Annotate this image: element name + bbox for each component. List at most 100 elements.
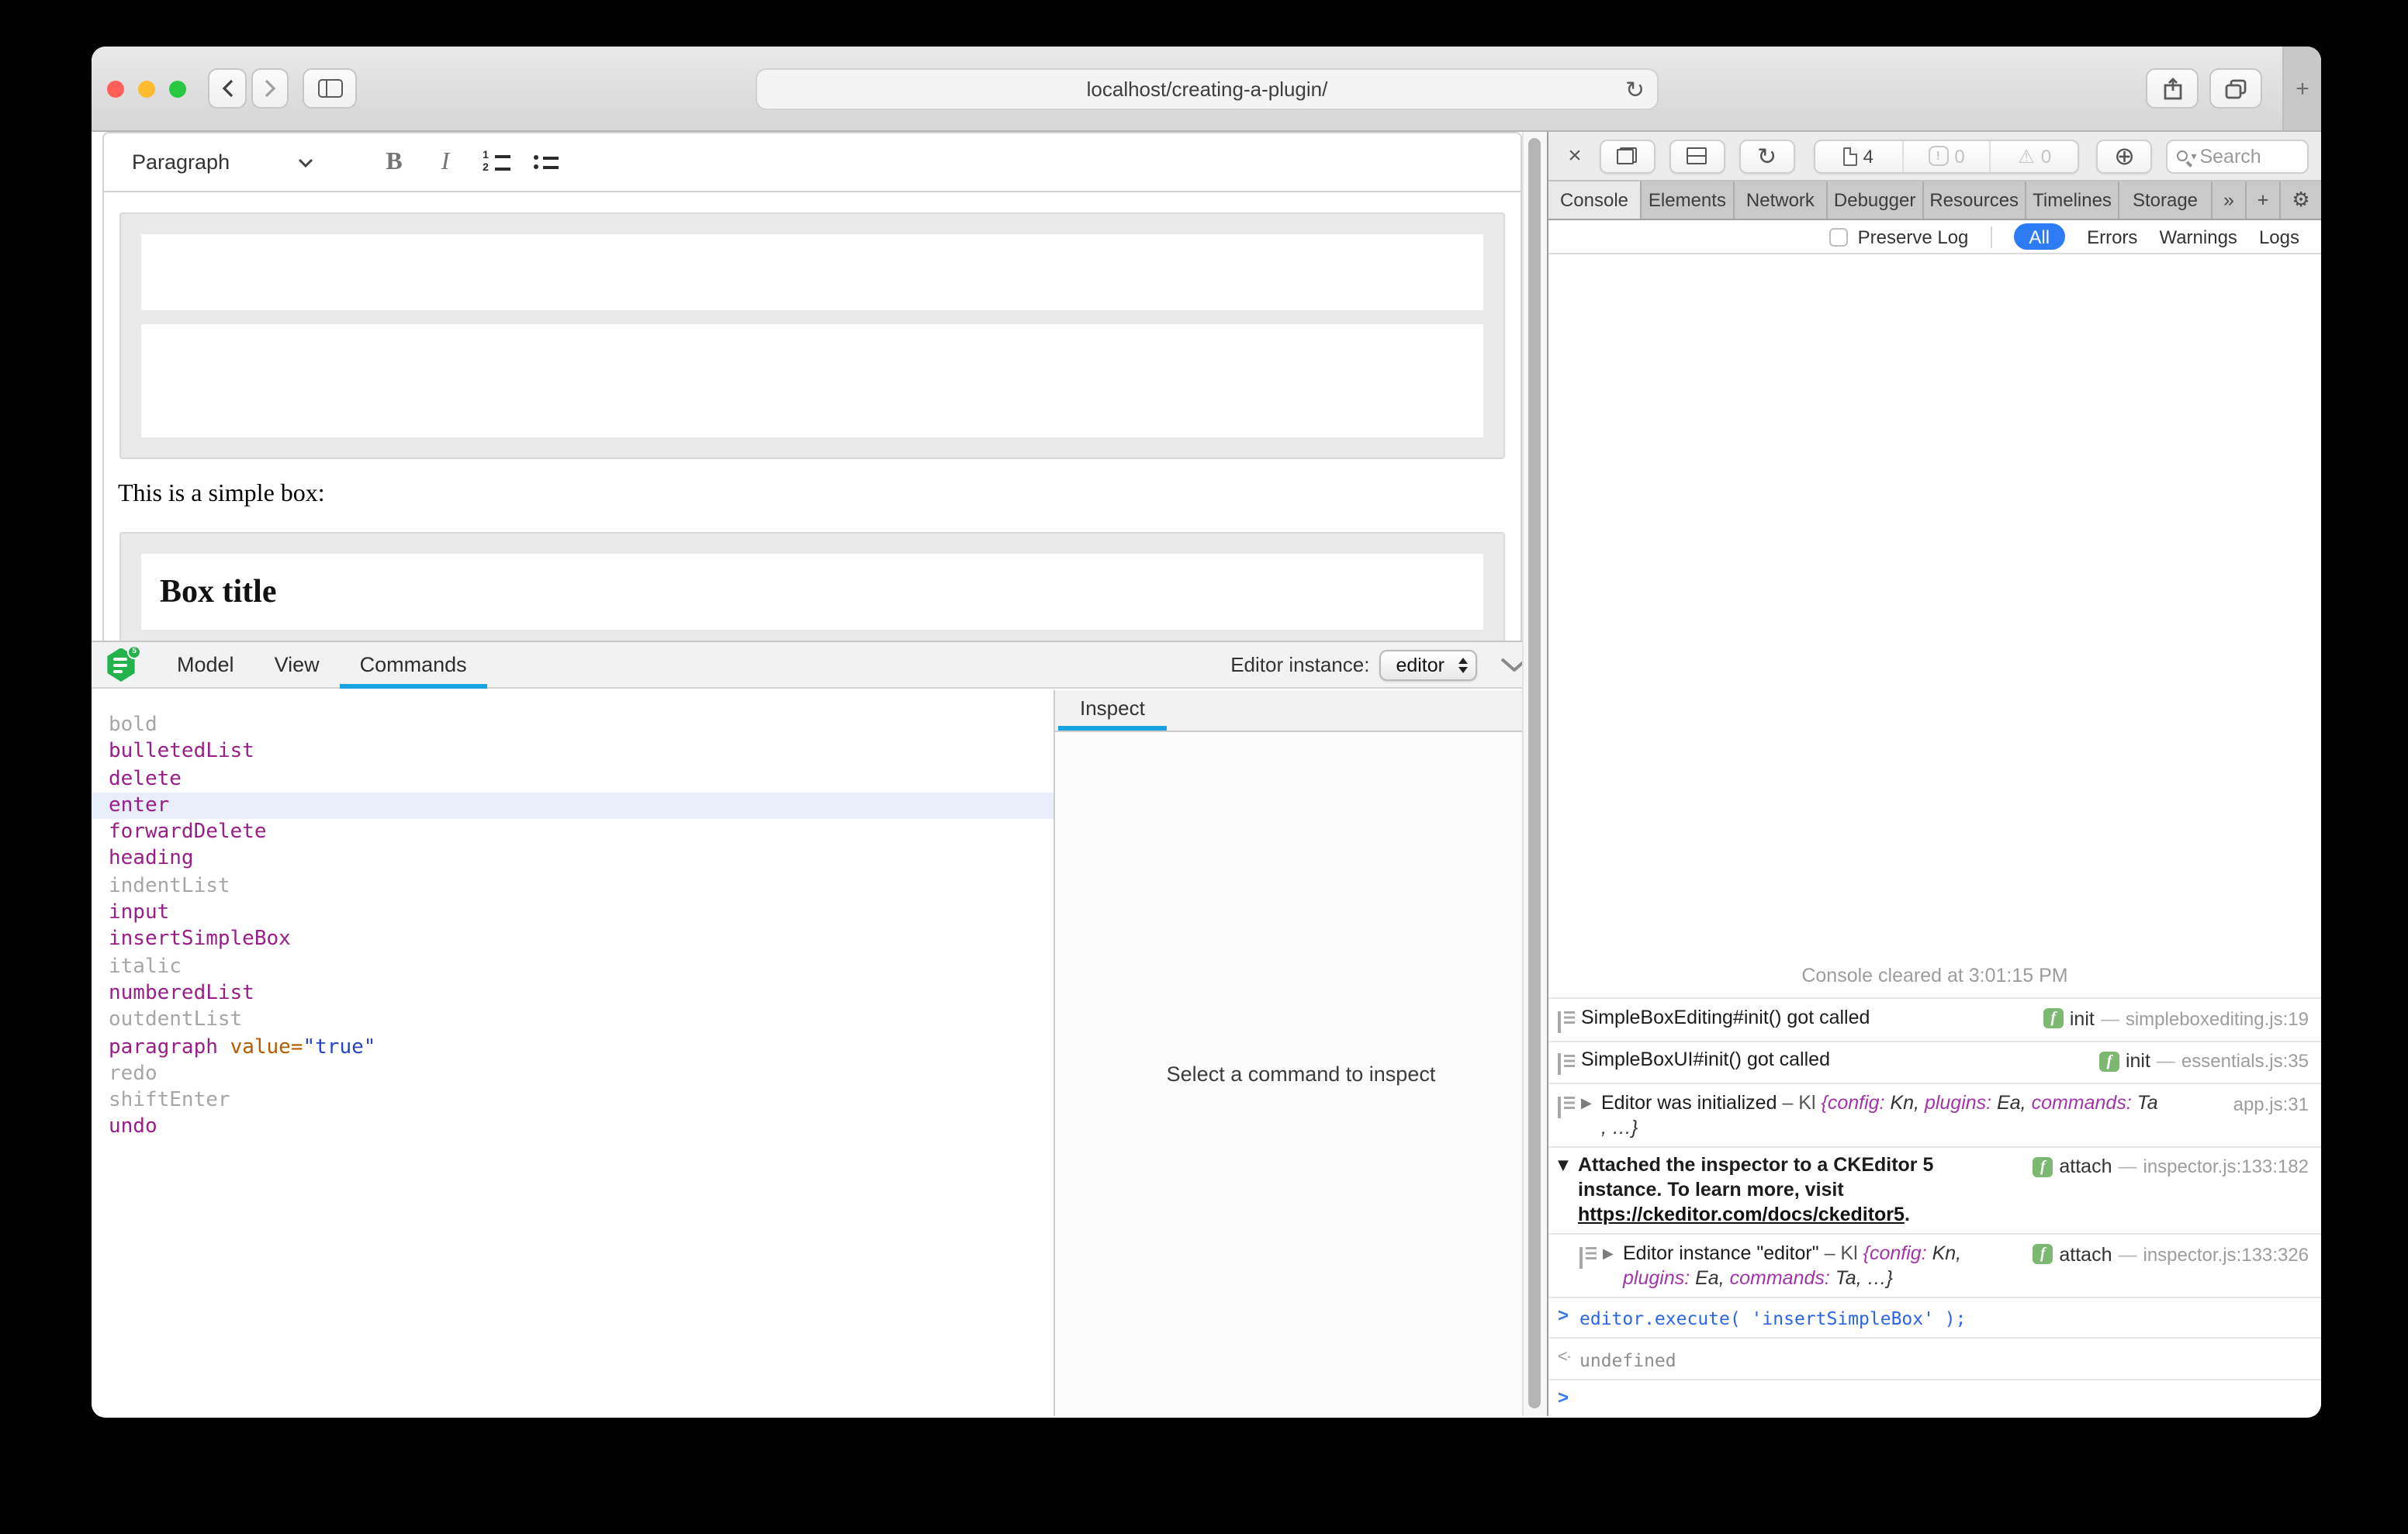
tab-overflow[interactable]: » (2213, 181, 2247, 219)
disclosure-open-icon[interactable]: ▼ (1558, 1152, 1578, 1179)
scrollbar-thumb[interactable] (1528, 138, 1541, 1408)
editor-instance-select[interactable]: editor (1379, 649, 1477, 680)
tab-resources[interactable]: Resources (1923, 181, 2026, 219)
reload-page-button[interactable]: ↻ (1739, 139, 1795, 173)
scope-errors[interactable]: Errors (2087, 226, 2137, 247)
activity-summary[interactable]: 4 ! 0 ⚠ 0 (1813, 139, 2079, 173)
preserve-log-toggle[interactable]: Preserve Log (1830, 226, 1969, 247)
console-prompt-row[interactable]: > (1548, 1378, 2321, 1416)
ckeditor-inspector-panel: 5 Model View Commands Editor instance: e… (92, 641, 1547, 1416)
command-item-paragraph[interactable]: paragraph value="true" (92, 1034, 1054, 1061)
log-message: SimpleBoxEditing#init() got called (1581, 1006, 1870, 1028)
command-item-forwardDelete[interactable]: forwardDelete (92, 819, 1054, 846)
source-location[interactable]: essentials.js:35 (2181, 1049, 2309, 1073)
page-scrollbar[interactable] (1522, 132, 1547, 1416)
close-window-button[interactable] (107, 81, 124, 98)
ckeditor-docs-link[interactable]: https://ckeditor.com/docs/ckeditor5 (1578, 1204, 1905, 1225)
simple-box-widget[interactable]: Box title (119, 532, 1505, 641)
source-location[interactable]: app.js:31 (2233, 1091, 2309, 1116)
tab-commands[interactable]: Commands (340, 641, 487, 688)
command-item-redo[interactable]: redo (92, 1061, 1054, 1088)
resource-count[interactable]: 4 (1815, 140, 1901, 171)
bold-button[interactable]: B (375, 148, 413, 176)
source-location[interactable]: simpleboxediting.js:19 (2126, 1006, 2309, 1031)
console-log-row[interactable]: ▶ Editor was initialized – Kl {config: K… (1548, 1083, 2321, 1145)
console-result-row[interactable]: <· undefined (1548, 1337, 2321, 1378)
paragraph-dropdown[interactable]: Paragraph (123, 144, 323, 180)
command-item-delete[interactable]: delete (92, 765, 1054, 793)
undock-button[interactable] (1600, 139, 1656, 173)
simple-box-title-field[interactable]: Box title (141, 554, 1483, 630)
editor-editable-area[interactable]: This is a simple box: Box title (104, 192, 1521, 641)
new-tab-button[interactable]: + (2282, 47, 2321, 130)
element-picker-button[interactable]: ⊕ (2097, 139, 2153, 173)
error-count[interactable]: ! 0 (1901, 140, 1990, 171)
inspector-search-field[interactable]: ▾ (2166, 139, 2309, 173)
tab-storage[interactable]: Storage (2119, 181, 2213, 219)
command-item-bulletedList[interactable]: bulletedList (92, 739, 1054, 766)
console-input-echo-row[interactable]: > editor.execute( 'insertSimpleBox' ); (1548, 1296, 2321, 1337)
tab-model[interactable]: Model (157, 641, 254, 688)
tab-elements[interactable]: Elements (1642, 181, 1735, 219)
disclosure-closed-icon[interactable]: ▶ (1581, 1090, 1601, 1116)
tab-inspect[interactable]: Inspect (1058, 690, 1167, 731)
search-input[interactable] (2199, 145, 2298, 167)
error-icon: ! (1928, 146, 1948, 166)
source-location[interactable]: inspector.js:133:326 (2143, 1242, 2309, 1266)
source-location[interactable]: inspector.js:133:182 (2143, 1154, 2309, 1179)
scope-warnings[interactable]: Warnings (2159, 226, 2237, 247)
command-item-shiftEnter[interactable]: shiftEnter (92, 1087, 1054, 1114)
address-bar[interactable]: localhost/creating-a-plugin/ ↻ (756, 68, 1659, 110)
dock-bottom-button[interactable] (1669, 139, 1725, 173)
settings-tab[interactable]: ⚙ (2281, 181, 2321, 219)
warning-count[interactable]: ⚠ 0 (1990, 140, 2078, 171)
scope-all[interactable]: All (2013, 223, 2065, 250)
tab-overview-button[interactable] (2209, 68, 2262, 109)
command-item-bold[interactable]: bold (92, 712, 1054, 739)
minimize-window-button[interactable] (138, 81, 155, 98)
log-message: Editor instance "editor" (1623, 1242, 1825, 1263)
numbered-list-button[interactable]: 1 2 (481, 152, 512, 172)
forward-icon (264, 79, 276, 98)
command-item-outdentList[interactable]: outdentList (92, 1007, 1054, 1035)
command-item-enter[interactable]: enter (92, 793, 1054, 820)
command-item-heading[interactable]: heading (92, 846, 1054, 873)
inspect-tabbar: Inspect (1055, 690, 1547, 732)
editor-paragraph[interactable]: This is a simple box: (118, 479, 1513, 510)
command-item-indentList[interactable]: indentList (92, 873, 1054, 900)
tab-network[interactable]: Network (1735, 181, 1828, 219)
italic-button[interactable]: I (428, 148, 462, 176)
command-item-undo[interactable]: undo (92, 1114, 1054, 1142)
command-item-insertSimpleBox[interactable]: insertSimpleBox (92, 927, 1054, 954)
forward-button[interactable] (251, 68, 289, 109)
console-log-row[interactable]: SimpleBoxEditing#init() got called f ini… (1548, 997, 2321, 1040)
zoom-window-button[interactable] (169, 81, 186, 98)
console-log-row-expanded[interactable]: ▼ Attached the inspector to a CKEditor 5… (1548, 1145, 2321, 1233)
console-log-row-nested[interactable]: ▶ Editor instance "editor" – Kl {config:… (1548, 1233, 2321, 1296)
simple-box-title-field[interactable] (141, 234, 1483, 310)
close-inspector-button[interactable]: × (1561, 143, 1589, 169)
share-button[interactable] (2146, 68, 2199, 109)
simple-box-widget-selected[interactable] (119, 212, 1505, 459)
tab-console[interactable]: Console (1548, 181, 1642, 219)
command-item-numberedList[interactable]: numberedList (92, 980, 1054, 1007)
reload-icon[interactable]: ↻ (1625, 76, 1645, 104)
console-output: Console cleared at 3:01:15 PM SimpleBoxE… (1548, 254, 2321, 1416)
command-item-italic[interactable]: italic (92, 953, 1054, 980)
tab-view[interactable]: View (254, 641, 340, 688)
divider (1990, 226, 1991, 247)
undock-icon (1617, 147, 1638, 164)
preserve-log-checkbox[interactable] (1830, 227, 1849, 246)
back-button[interactable] (208, 68, 247, 109)
simple-box-description-field[interactable] (141, 324, 1483, 437)
command-item-input[interactable]: input (92, 900, 1054, 927)
disclosure-closed-icon[interactable]: ▶ (1603, 1240, 1623, 1266)
bulleted-list-button[interactable] (531, 155, 562, 169)
tab-timelines[interactable]: Timelines (2026, 181, 2119, 219)
warning-icon: ⚠ (2018, 145, 2035, 167)
sidebar-toggle-button[interactable] (303, 68, 357, 109)
console-log-row[interactable]: SimpleBoxUI#init() got called f init — e… (1548, 1040, 2321, 1083)
new-tab-plus[interactable]: + (2247, 181, 2281, 219)
tab-debugger[interactable]: Debugger (1828, 181, 1923, 219)
scope-logs[interactable]: Logs (2259, 226, 2299, 247)
